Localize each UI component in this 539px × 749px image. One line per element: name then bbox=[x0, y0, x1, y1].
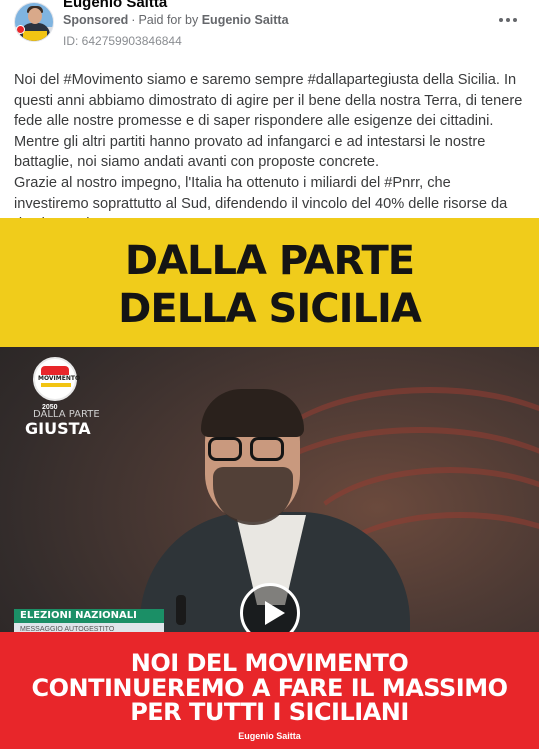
movimento-logo: MOVIMENTO bbox=[33, 357, 81, 401]
sponsor-line: Sponsored · Paid for by Eugenio Saitta bbox=[63, 13, 289, 27]
avatar[interactable] bbox=[14, 2, 54, 42]
video-media[interactable]: DALLA PARTE DELLA SICILIA MOVIMENTO 2050 bbox=[0, 218, 539, 749]
paid-prefix: Paid for by bbox=[138, 13, 199, 27]
headline-line-1: DALLA PARTE bbox=[124, 238, 415, 284]
post-header: Eugenio Saitta Sponsored · Paid for by Eug… bbox=[0, 0, 539, 60]
more-options-icon[interactable] bbox=[496, 8, 520, 32]
ad-card: Eugenio Saitta Sponsored · Paid for by Eug… bbox=[0, 0, 539, 749]
ad-id: ID: 642759903846844 bbox=[63, 34, 182, 48]
microphone bbox=[176, 595, 186, 625]
banner-line-1: NOI DEL MOVIMENTO bbox=[130, 649, 409, 677]
video-frame[interactable]: MOVIMENTO 2050 DALLA PARTE GIUSTA ELEZIO… bbox=[0, 347, 539, 749]
lower-third-title: ELEZIONI NAZIONALI 2022 bbox=[14, 609, 164, 635]
paid-by-name[interactable]: Eugenio Saitta bbox=[202, 13, 289, 27]
headline-line-2: DELLA SICILIA bbox=[118, 286, 422, 332]
slogan-big: GIUSTA bbox=[25, 419, 91, 438]
banner-signature: Eugenio Saitta bbox=[238, 731, 301, 741]
headline-panel: DALLA PARTE DELLA SICILIA bbox=[0, 218, 539, 347]
red-banner: NOI DEL MOVIMENTO CONTINUEREMO A FARE IL… bbox=[0, 632, 539, 749]
post-paragraph-1: Noi del #Movimento siamo e saremo sempre… bbox=[14, 72, 523, 171]
logo-text: MOVIMENTO bbox=[38, 375, 81, 382]
post-text: Noi del #Movimento siamo e saremo sempre… bbox=[14, 70, 529, 235]
sponsored-label: Sponsored bbox=[63, 13, 129, 27]
banner-line-3: PER TUTTI I SICILIANI bbox=[130, 698, 409, 726]
glasses bbox=[208, 437, 242, 461]
author-name[interactable]: Eugenio Saitta bbox=[63, 0, 167, 11]
